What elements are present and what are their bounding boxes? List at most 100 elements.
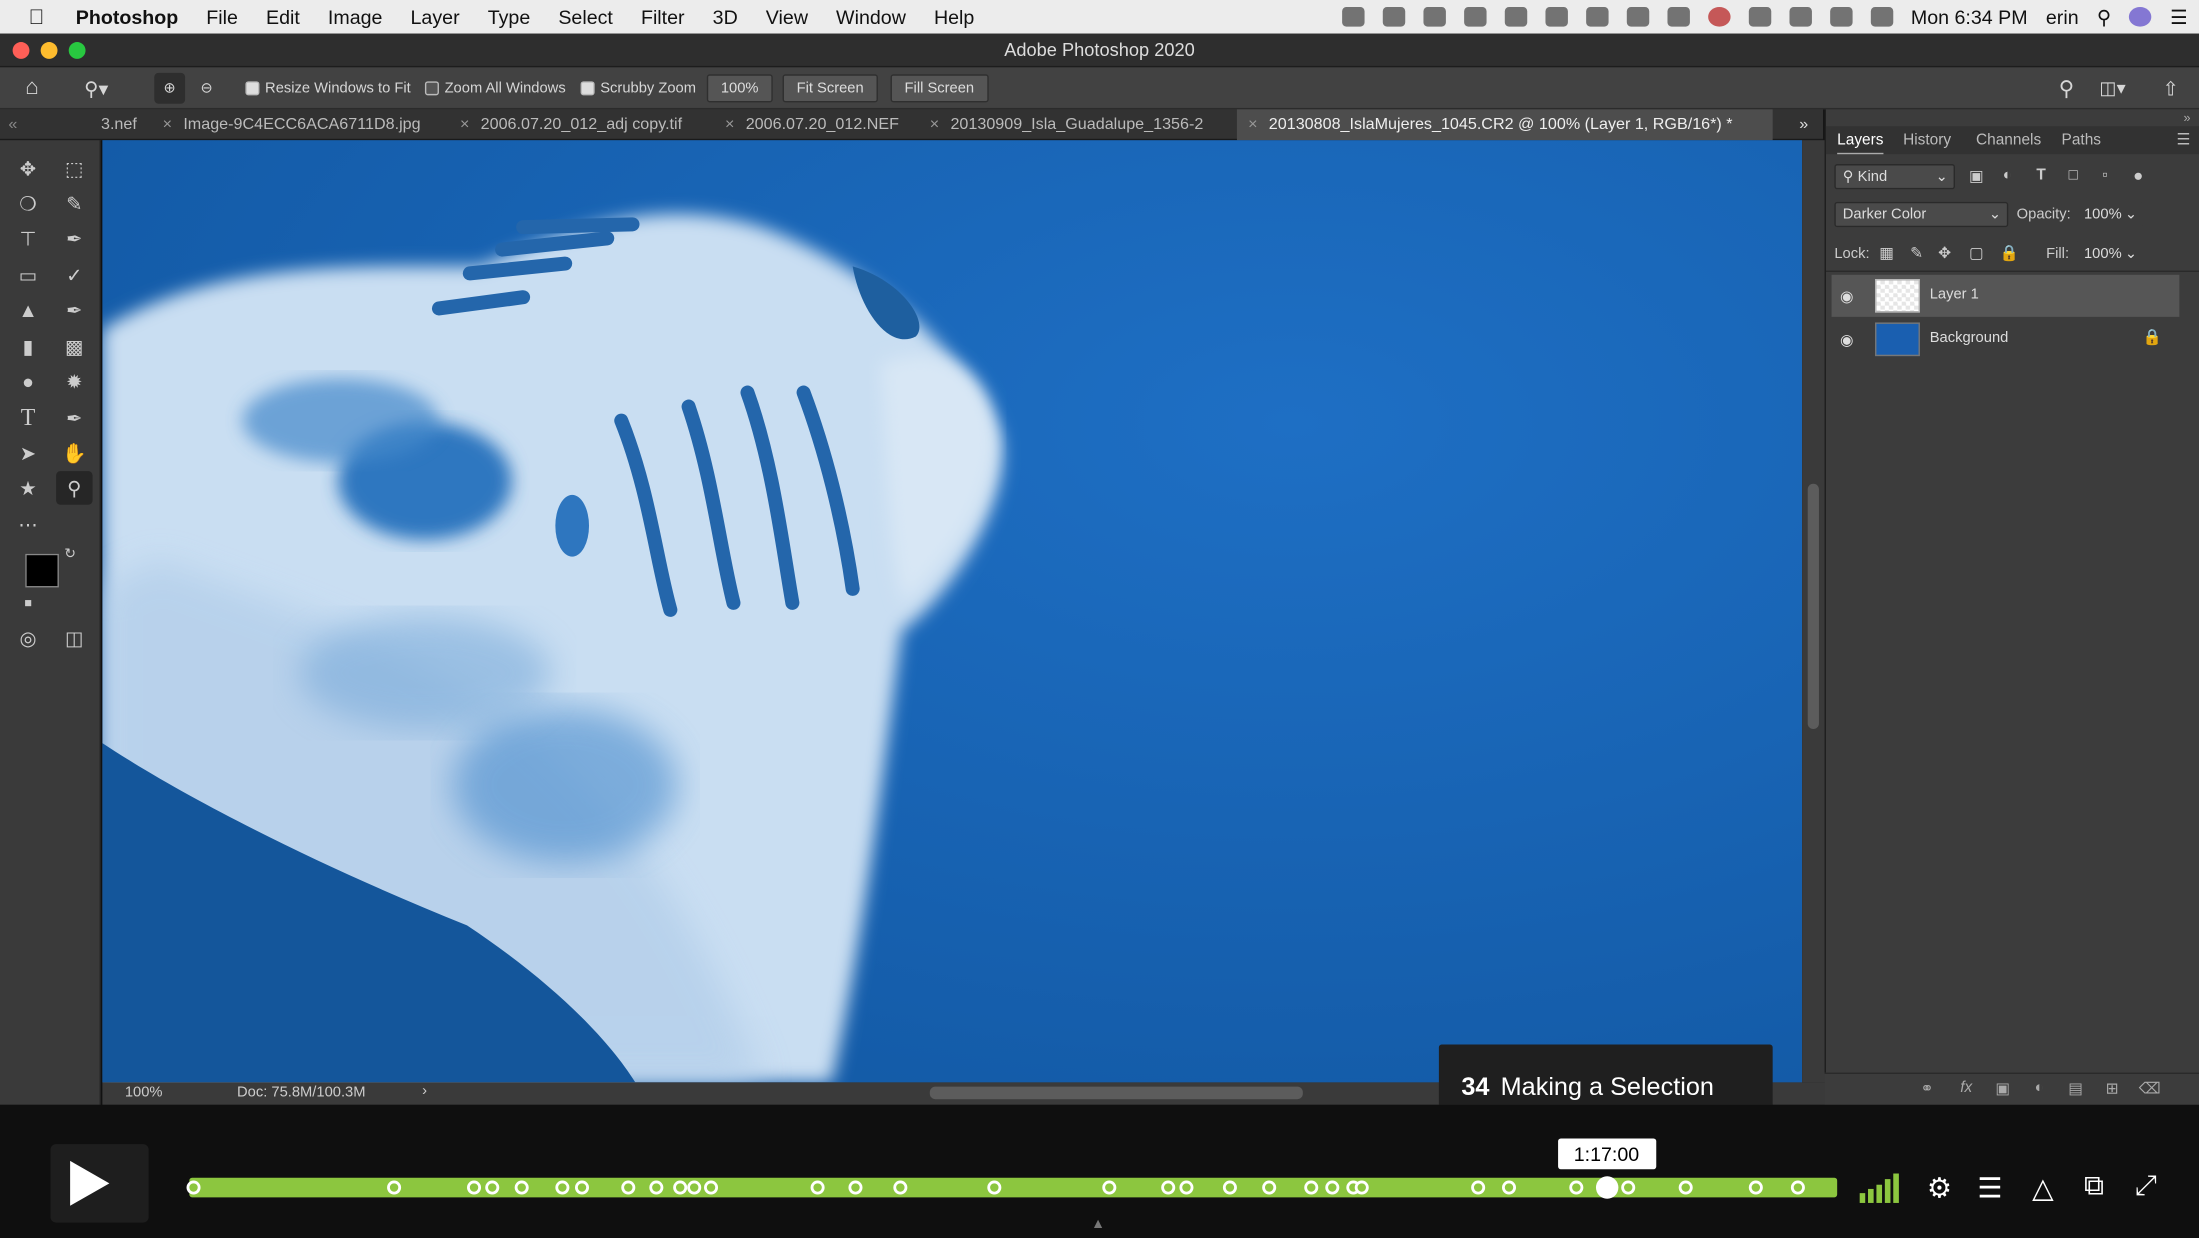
chapter-marker[interactable] (704, 1180, 719, 1195)
lock-position-icon[interactable]: ✥ (1938, 244, 1951, 262)
search-icon[interactable]: ⚲ (2059, 67, 2074, 109)
menu-file[interactable]: File (192, 6, 252, 28)
zoom-tool-icon[interactable]: ⚲ (56, 471, 93, 505)
status-menu-chevron-icon[interactable]: › (422, 1082, 427, 1099)
lasso-tool-icon[interactable]: ❍ (10, 186, 46, 220)
apple-icon[interactable]:  (0, 5, 73, 29)
workspace-icon[interactable]: ◫▾ (2099, 67, 2125, 109)
chapter-marker[interactable] (1262, 1180, 1277, 1195)
chapter-marker[interactable] (1325, 1180, 1340, 1195)
new-group-icon[interactable]: ▤ (2066, 1080, 2086, 1100)
menubar-clock[interactable]: Mon 6:34 PM (1911, 6, 2028, 28)
minimize-window-button[interactable] (40, 42, 58, 59)
blend-mode-dropdown[interactable]: Darker Color ⌄ (1834, 201, 2009, 228)
more-tabs-icon[interactable]: » (1799, 109, 1808, 140)
share-icon[interactable]: ⇧ (2163, 67, 2179, 109)
tab-history[interactable]: History (1903, 126, 1951, 154)
visibility-eye-icon[interactable]: ◉ (1840, 287, 1857, 306)
screen-mode-icon[interactable]: ◫ (56, 621, 92, 655)
canvas-vertical-scrollbar[interactable] (1802, 140, 1825, 1083)
default-colors-icon[interactable]: ■ (17, 592, 39, 614)
chapter-marker[interactable] (649, 1180, 664, 1195)
path-selection-tool-icon[interactable]: ➤ (10, 436, 46, 470)
chapter-marker[interactable] (1222, 1180, 1237, 1195)
backup-icon[interactable] (1626, 7, 1649, 27)
adjustment-layer-icon[interactable]: ◐ (2029, 1080, 2049, 1100)
chapter-marker[interactable] (387, 1180, 402, 1195)
chapter-marker[interactable] (1569, 1180, 1584, 1195)
record-icon[interactable] (1707, 7, 1730, 27)
tab-doc-2[interactable]: × Image-9C4ECC6ACA6711D8.jpg (163, 109, 421, 140)
menu-filter[interactable]: Filter (627, 6, 699, 28)
layer-style-icon[interactable]: fx (1956, 1080, 1976, 1100)
menu-image[interactable]: Image (314, 6, 397, 28)
lock-transparent-icon[interactable]: ▦ (1879, 244, 1894, 262)
menu-edit[interactable]: Edit (252, 6, 314, 28)
dropbox-icon[interactable] (1341, 7, 1364, 27)
link-layers-icon[interactable]: ⚭ (1917, 1080, 1937, 1100)
chapter-marker[interactable] (1102, 1180, 1117, 1195)
bluetooth-icon[interactable] (1748, 7, 1771, 27)
volume-icon[interactable] (1870, 7, 1893, 27)
zoom-out-icon[interactable]: ⊖ (201, 67, 213, 109)
zoom-in-icon[interactable]: ⊕ (154, 72, 186, 104)
expand-handle-icon[interactable]: ▲ (1091, 1217, 1105, 1232)
history-brush-tool-icon[interactable]: ✒ (56, 293, 92, 327)
zoom-level-field[interactable]: 100% (706, 74, 773, 103)
chapter-marker[interactable] (1304, 1180, 1319, 1195)
dropbox-alt-icon[interactable] (1585, 7, 1608, 27)
chapter-marker[interactable] (1748, 1180, 1763, 1195)
chapter-marker[interactable] (1678, 1180, 1693, 1195)
close-tab-icon[interactable]: × (930, 116, 939, 133)
quick-mask-icon[interactable]: ◎ (10, 621, 46, 655)
zoom-window-button[interactable] (68, 42, 86, 59)
forward-icon[interactable] (1666, 7, 1690, 27)
menu-select[interactable]: Select (544, 6, 627, 28)
tab-doc-3[interactable]: × 2006.07.20_012_adj copy.tif (460, 109, 682, 140)
gradient-tool-icon[interactable]: ▩ (56, 329, 92, 363)
collapse-panel-icon[interactable]: » (2184, 111, 2191, 125)
chapter-marker[interactable] (1471, 1180, 1486, 1195)
canvas-horizontal-scrollbar-thumb[interactable] (929, 1086, 1303, 1100)
chapter-marker[interactable] (1790, 1180, 1805, 1195)
filter-toggle-icon[interactable]: ● (2133, 165, 2143, 185)
menu-help[interactable]: Help (920, 6, 988, 28)
activity-icon[interactable] (1382, 7, 1405, 27)
notification-center-icon[interactable]: ☰ (2170, 5, 2188, 29)
blur-tool-icon[interactable]: ● (10, 365, 46, 399)
display-icon[interactable] (1422, 7, 1446, 27)
chapter-marker[interactable] (467, 1180, 482, 1195)
dodge-tool-icon[interactable]: ✹ (56, 365, 92, 399)
type-tool-icon[interactable]: T (10, 401, 46, 435)
adjustment-filter-icon[interactable]: ◐ (2003, 167, 2012, 184)
chapter-marker[interactable] (514, 1180, 529, 1195)
document-canvas[interactable] (102, 140, 1803, 1083)
chapter-marker[interactable] (1501, 1180, 1517, 1195)
play-button[interactable] (50, 1144, 149, 1223)
type-filter-icon[interactable]: T (2036, 167, 2045, 184)
chapter-marker[interactable] (848, 1180, 863, 1195)
fill-screen-button[interactable]: Fill Screen (890, 74, 989, 103)
creative-cloud-icon[interactable] (1463, 7, 1486, 27)
new-layer-icon[interactable]: ⊞ (2102, 1080, 2122, 1100)
clone-stamp-tool-icon[interactable]: ▲ (10, 293, 46, 327)
visibility-eye-icon[interactable]: ◉ (1840, 331, 1857, 349)
menu-view[interactable]: View (752, 6, 822, 28)
scrubby-zoom-checkbox[interactable]: Scrubby Zoom (580, 67, 696, 109)
picture-in-picture-icon[interactable]: ⧉ (2084, 1171, 2104, 1203)
menubar-user[interactable]: erin (2046, 6, 2079, 28)
move-tool-icon[interactable]: ✥ (10, 151, 46, 185)
progress-scrubber[interactable] (1595, 1176, 1618, 1199)
chapter-marker[interactable] (1354, 1180, 1369, 1195)
close-window-button[interactable] (12, 42, 30, 59)
menu-3d[interactable]: 3D (699, 6, 752, 28)
edit-toolbar-icon[interactable]: ⋯ (10, 508, 46, 542)
menu-type[interactable]: Type (474, 6, 545, 28)
opacity-field[interactable]: 100% ⌄ (2075, 201, 2143, 228)
close-tab-icon[interactable]: × (1248, 116, 1257, 133)
siri-icon[interactable] (2129, 7, 2152, 27)
delete-layer-icon[interactable]: ⌫ (2139, 1080, 2161, 1100)
brush-tool-icon[interactable]: ✓ (56, 258, 92, 292)
chapter-marker[interactable] (574, 1180, 590, 1195)
kind-filter-dropdown[interactable]: ⚲ Kind ⌄ (1834, 164, 1955, 190)
